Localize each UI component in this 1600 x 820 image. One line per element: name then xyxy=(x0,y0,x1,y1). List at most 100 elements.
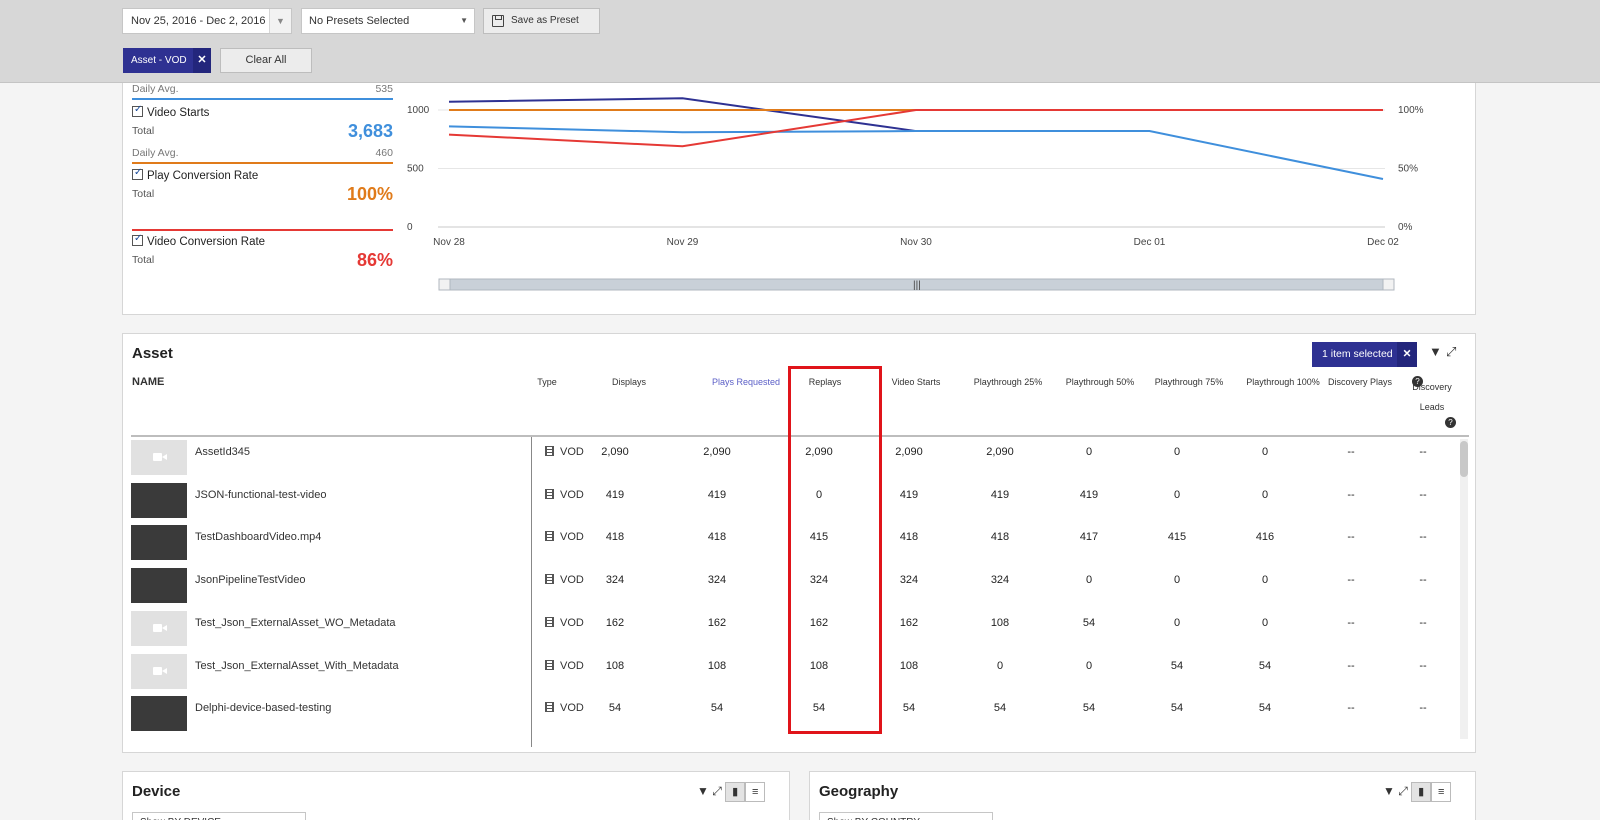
film-icon xyxy=(545,531,554,542)
filter-chip-label: Asset - VOD xyxy=(131,55,187,66)
y-tick-label: 0 xyxy=(407,222,413,233)
table-cell: 54 xyxy=(608,702,622,715)
asset-name[interactable]: TestDashboardVideo.mp4 xyxy=(195,531,321,543)
column-header[interactable]: Plays Requested xyxy=(701,377,791,387)
table-cell: 108 xyxy=(605,659,625,672)
table-cell: 419 xyxy=(990,488,1010,501)
device-group-select[interactable]: Show BY DEVICE xyxy=(132,812,306,820)
column-header[interactable]: Displays xyxy=(603,377,655,387)
expand-icon[interactable]: ⤢ xyxy=(712,784,722,798)
table-cell: -- xyxy=(1347,616,1355,629)
list-icon[interactable]: ≡ xyxy=(1431,782,1452,802)
asset-name[interactable]: JsonPipelineTestVideo xyxy=(195,574,305,586)
thumbnail xyxy=(131,440,187,475)
table-cell: 419 xyxy=(899,488,919,501)
asset-name[interactable]: JSON-functional-test-video xyxy=(195,489,326,501)
table-cell: -- xyxy=(1347,702,1355,715)
column-header[interactable]: Playthrough 25% xyxy=(968,377,1048,387)
device-panel: Device ▼ ⤢ ▮≡ Show BY DEVICE xyxy=(122,771,790,820)
table-cell: 419 xyxy=(707,488,727,501)
column-header[interactable]: Video Starts xyxy=(886,377,946,387)
type-cell: VOD xyxy=(545,446,584,458)
date-range-picker[interactable]: Nov 25, 2016 - Dec 2, 2016 ▼ xyxy=(122,8,292,34)
thumbnail xyxy=(131,525,187,561)
column-header[interactable]: Discovery Plays xyxy=(1325,377,1395,387)
preset-select[interactable]: No Presets Selected ▼ xyxy=(301,8,475,34)
series-line xyxy=(448,109,1383,148)
type-cell: VOD xyxy=(545,702,584,714)
clear-all-button[interactable]: Clear All xyxy=(220,48,312,73)
x-tick-label: Nov 28 xyxy=(433,237,465,248)
asset-name[interactable]: AssetId345 xyxy=(195,446,250,458)
expand-icon[interactable]: ⤢ xyxy=(1446,344,1456,360)
table-cell: 416 xyxy=(1255,531,1275,544)
column-header[interactable]: Type xyxy=(529,377,565,387)
thumbnail xyxy=(131,610,187,646)
replays-column-highlight xyxy=(788,366,882,734)
table-cell: -- xyxy=(1419,574,1427,587)
thumbnail xyxy=(131,653,187,689)
table-cell: 2,090 xyxy=(986,446,1014,458)
x-tick-label: Nov 30 xyxy=(900,237,932,248)
metrics-panel: Daily Avg. 535 Video Starts Total 3,683 … xyxy=(122,83,1476,315)
help-icon[interactable]: ? xyxy=(1445,417,1456,428)
close-icon[interactable]: ✕ xyxy=(193,48,211,73)
table-cell: -- xyxy=(1419,531,1427,544)
table-cell: 324 xyxy=(899,574,919,587)
device-panel-tools: ▼ ⤢ ▮ ≡ xyxy=(697,782,766,802)
series-line xyxy=(448,97,917,133)
table-cell: 2,090 xyxy=(895,446,923,458)
table-cell: 54 xyxy=(1258,659,1272,672)
scrollbar-track[interactable] xyxy=(1460,439,1468,739)
table-cell: 415 xyxy=(1167,531,1187,544)
filter-icon[interactable]: ▼ xyxy=(1383,784,1395,798)
table-cell: 0 xyxy=(1261,616,1269,629)
list-icon[interactable]: ≡ xyxy=(745,782,766,802)
expand-icon[interactable]: ⤢ xyxy=(1398,784,1408,798)
table-cell: 0 xyxy=(1173,488,1181,501)
table-cell: 0 xyxy=(1261,574,1269,587)
thumbnail xyxy=(131,568,187,604)
scrollbar-thumb[interactable] xyxy=(1460,441,1468,477)
chevron-down-icon: ▼ xyxy=(460,16,468,25)
asset-panel-title: Asset xyxy=(132,345,173,362)
table-cell: 162 xyxy=(605,616,625,629)
film-icon xyxy=(545,616,554,627)
column-header[interactable]: Playthrough 50% xyxy=(1060,377,1140,387)
table-cell: 418 xyxy=(990,531,1010,544)
type-value: VOD xyxy=(560,488,584,501)
asset-name[interactable]: Delphi-device-based-testing xyxy=(195,702,331,714)
y-tick-label: 500 xyxy=(407,164,424,175)
bar-chart-icon[interactable]: ▮ xyxy=(1411,782,1432,802)
column-header-name[interactable]: NAME xyxy=(132,376,164,388)
type-value: VOD xyxy=(560,659,584,672)
table-cell: -- xyxy=(1347,574,1355,587)
filter-icon[interactable]: ▼ xyxy=(1429,344,1442,359)
asset-name[interactable]: Test_Json_ExternalAsset_WO_Metadata xyxy=(195,617,396,629)
filter-icon[interactable]: ▼ xyxy=(697,784,709,798)
help-icon[interactable]: ? xyxy=(1412,376,1423,387)
table-cell: 162 xyxy=(707,616,727,629)
film-icon xyxy=(545,659,554,670)
table-cell: 108 xyxy=(707,659,727,672)
asset-name[interactable]: Test_Json_ExternalAsset_With_Metadata xyxy=(195,660,399,672)
chevron-down-icon[interactable]: ▼ xyxy=(269,9,291,33)
save-preset-button[interactable]: Save as Preset xyxy=(483,8,600,34)
film-icon xyxy=(545,446,554,456)
close-icon[interactable]: ✕ xyxy=(1397,342,1417,367)
y-tick-label: 1000 xyxy=(407,105,430,116)
type-value: VOD xyxy=(560,702,584,715)
table-cell: 54 xyxy=(902,702,916,715)
selection-label: 1 item selected xyxy=(1322,348,1393,360)
range-arrow-button xyxy=(1382,278,1395,291)
table-cell: -- xyxy=(1419,488,1427,501)
column-header[interactable]: Playthrough 75% xyxy=(1149,377,1229,387)
selection-chip: 1 item selected ✕ xyxy=(1312,342,1417,367)
column-header[interactable]: Playthrough 100% xyxy=(1238,377,1328,387)
geography-group-select[interactable]: Show BY COUNTRY xyxy=(819,812,993,820)
y2-tick-label: 100% xyxy=(1398,105,1424,116)
bar-chart-icon[interactable]: ▮ xyxy=(725,782,746,802)
table-cell: 54 xyxy=(1082,616,1096,629)
asset-panel: Asset 1 item selected ✕ ▼ ⤢ NAME Type Dis… xyxy=(122,333,1476,753)
range-arrow-button xyxy=(438,278,451,291)
